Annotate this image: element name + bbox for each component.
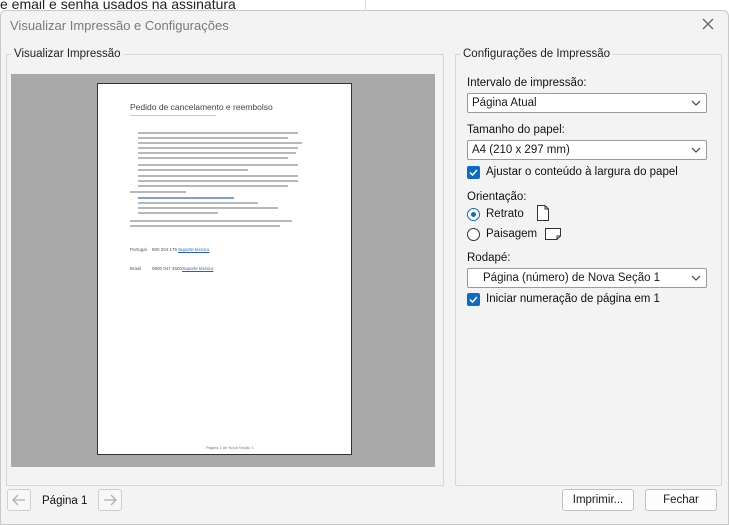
arrow-right-icon [104, 494, 117, 506]
close-icon[interactable] [700, 17, 716, 33]
page-text-line [138, 152, 296, 154]
page-text-line [138, 137, 288, 139]
paper-label: Tamanho do papel: [467, 124, 565, 136]
range-select-value: Página Atual [472, 97, 537, 109]
page-text-line [130, 220, 292, 222]
page-text-line [138, 164, 298, 166]
page-brasil-label: Brasil [130, 266, 142, 271]
page-text-line [138, 132, 298, 134]
landscape-page-icon [545, 228, 561, 243]
start-numbering-checkbox[interactable] [467, 293, 480, 306]
page-text-line [138, 142, 302, 144]
close-button[interactable]: Fechar [645, 489, 717, 511]
fit-width-label[interactable]: Ajustar o conteúdo à largura do papel [486, 166, 678, 178]
dialog-title: Visualizar Impressão e Configurações [10, 18, 229, 33]
page-title: Pedido de cancelamento e reembolso [130, 102, 273, 112]
footer-label: Rodapé: [467, 252, 511, 264]
close-button-label: Fechar [663, 494, 699, 506]
landscape-radio[interactable] [467, 228, 480, 241]
portrait-label[interactable]: Retrato [486, 208, 524, 220]
orientation-label: Orientação: [467, 191, 527, 203]
page-text-line [138, 169, 248, 171]
paper-select-value: A4 (210 x 297 mm) [472, 144, 570, 156]
footer-select-value: Página (número) de Nova Seção 1 [483, 272, 661, 284]
page-text-line [138, 185, 288, 187]
page-portugal-phone: 800 204 175 [152, 247, 178, 252]
page-text-line [138, 212, 218, 214]
page-text-line [138, 197, 234, 199]
arrow-left-icon [12, 494, 25, 506]
landscape-label[interactable]: Paisagem [486, 228, 537, 240]
chevron-down-icon [689, 96, 703, 110]
range-select[interactable]: Página Atual [467, 93, 707, 113]
page-indicator: Página 1 [42, 495, 88, 507]
page-portugal-link: Suporte técnico [178, 247, 210, 252]
settings-legend: Configurações de Impressão [463, 48, 611, 60]
print-button[interactable]: Imprimir... [562, 489, 634, 511]
chevron-down-icon [689, 271, 703, 285]
paper-select[interactable]: A4 (210 x 297 mm) [467, 140, 707, 160]
page-brasil-link: Suporte técnico [182, 266, 214, 271]
portrait-page-icon [537, 205, 549, 224]
page-text-line [130, 225, 280, 227]
page-text-line [138, 175, 298, 177]
range-label: Intervalo de impressão: [467, 77, 587, 89]
start-numbering-label[interactable]: Iniciar numeração de página em 1 [486, 293, 660, 305]
page-text-line [138, 157, 288, 159]
fit-width-checkbox[interactable] [467, 166, 480, 179]
settings-group: Configurações de Impressão Intervalo de … [455, 48, 722, 486]
page-portugal-label: Portugal [130, 247, 147, 252]
page-text-line [130, 191, 186, 193]
background-divider [365, 0, 366, 10]
preview-area[interactable]: Pedido de cancelamento e reembolso Portu… [11, 74, 435, 467]
next-page-button[interactable] [98, 489, 122, 511]
preview-legend: Visualizar Impressão [14, 48, 121, 60]
page-text-line [138, 207, 278, 209]
page-text-line [138, 202, 258, 204]
preview-group: Visualizar Impressão Pedido de cancelame… [6, 48, 444, 486]
print-button-label: Imprimir... [572, 494, 624, 506]
page-text-line [138, 180, 298, 182]
page-text-line [138, 147, 298, 149]
preview-page: Pedido de cancelamento e reembolso Portu… [97, 83, 352, 455]
print-preview-dialog: Visualizar Impressão e Configurações Vis… [0, 10, 729, 525]
dialog-titlebar: Visualizar Impressão e Configurações [1, 11, 728, 41]
previous-page-button[interactable] [7, 489, 31, 511]
page-brasil-phone: 0800 047 4500 [152, 266, 183, 271]
page-date-line [130, 115, 216, 116]
page-footer: Página 1 de Nova Seção 1 [206, 445, 254, 450]
portrait-radio[interactable] [467, 208, 480, 221]
chevron-down-icon [689, 143, 703, 157]
footer-select[interactable]: Página (número) de Nova Seção 1 [467, 268, 707, 288]
